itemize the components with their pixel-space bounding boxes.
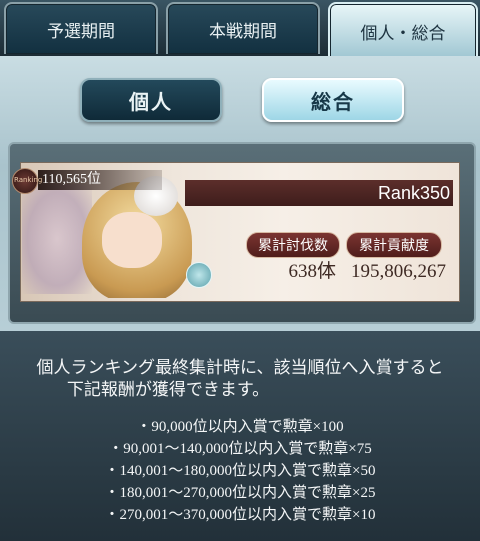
player-rank: Rank350 — [377, 183, 450, 203]
reward-item: ・180,001～270,000位以内入賞で勲章×25 — [104, 485, 376, 501]
description-line-2: 下記報酬が獲得できます。 — [66, 380, 270, 400]
reward-item: ・90,000位以内入賞で勲章×100 — [136, 419, 344, 435]
element-orb-icon — [186, 262, 212, 288]
reward-item: ・90,001～140,000位以内入賞で勲章×75 — [108, 441, 372, 457]
ranking-badge-icon: Ranking — [12, 168, 42, 194]
overall-button[interactable]: 総合 — [262, 78, 404, 122]
tab-preliminary[interactable]: 予選期間 — [4, 2, 158, 54]
individual-button[interactable]: 個人 — [80, 78, 222, 122]
tab-bar: 予選期間 本戦期間 個人・総合 — [0, 0, 480, 58]
reward-item: ・270,001～370,000位以内入賞で勲章×10 — [104, 507, 376, 523]
total-kills-value: 638体 — [288, 261, 336, 282]
tab-main-period[interactable]: 本戦期間 — [166, 2, 320, 54]
ranking-placement: 110,565位 — [38, 170, 162, 190]
reward-item: ・140,001～180,000位以内入賞で勲章×50 — [104, 463, 376, 479]
total-kills-label: 累計討伐数 — [246, 232, 340, 258]
total-contribution-label: 累計貢献度 — [346, 232, 442, 258]
reward-info: 個人ランキング最終集計時に、該当順位へ入賞すると 下記報酬が獲得できます。 ・9… — [0, 331, 480, 541]
tab-individual-overall[interactable]: 個人・総合 — [328, 2, 478, 58]
total-contribution-value: 195,806,267 — [351, 261, 446, 282]
